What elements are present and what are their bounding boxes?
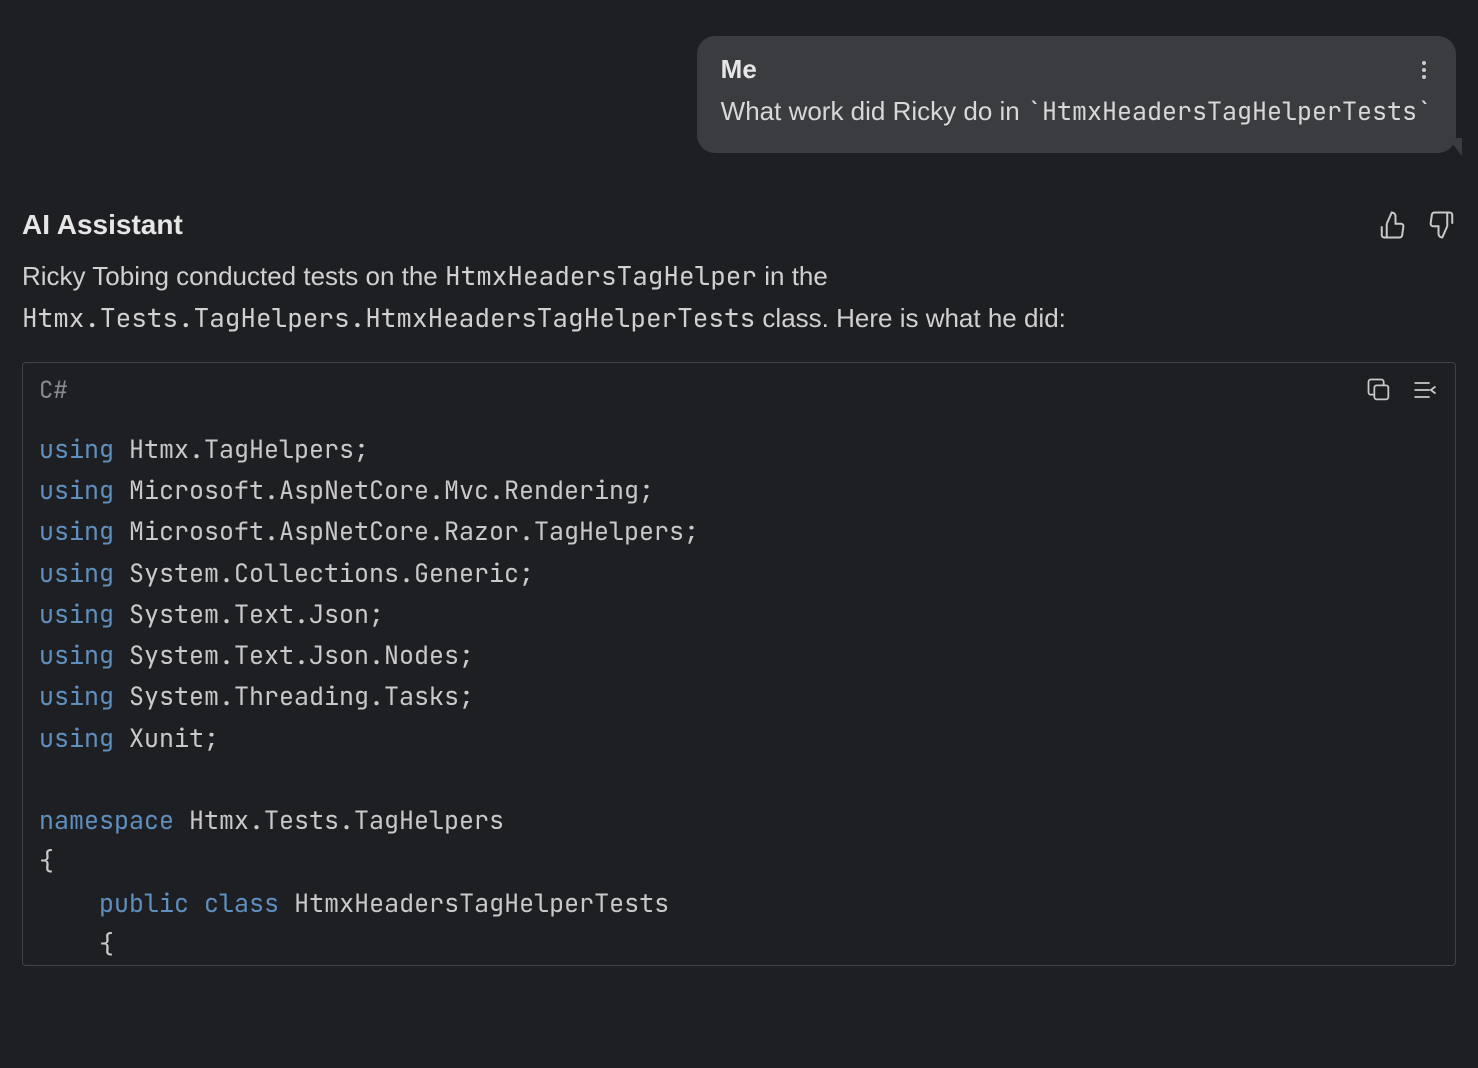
resp-code1: HtmxHeadersTagHelper — [445, 258, 757, 293]
resp-part3: class. Here is what he did: — [755, 303, 1066, 333]
resp-part2: in the — [757, 261, 828, 291]
code-token: Microsoft.AspNetCore.Mvc.Rendering; — [114, 473, 654, 507]
code-token: public — [99, 886, 189, 920]
code-token: using — [39, 597, 114, 631]
code-language-label: C# — [39, 375, 68, 406]
thumbs-down-icon[interactable] — [1426, 210, 1456, 240]
code-token: { — [39, 844, 54, 878]
thumbs-up-icon[interactable] — [1378, 210, 1408, 240]
user-text-prefix: What work did Ricky do in — [721, 96, 1027, 126]
code-token: System.Collections.Generic; — [114, 556, 534, 590]
code-block-actions — [1365, 376, 1439, 404]
resp-part1: Ricky Tobing conducted tests on the — [22, 261, 445, 291]
code-content[interactable]: using Htmx.TagHelpers; using Microsoft.A… — [23, 419, 1455, 965]
assistant-header: AI Assistant — [22, 209, 1456, 241]
code-token: namespace — [39, 803, 174, 837]
code-token: using — [39, 556, 114, 590]
user-message-row: Me What work did Ricky do in `HtmxHeader… — [22, 36, 1456, 153]
code-token: System.Text.Json.Nodes; — [114, 638, 474, 672]
code-token: class — [204, 886, 279, 920]
user-message-bubble: Me What work did Ricky do in `HtmxHeader… — [697, 36, 1456, 153]
code-token: { — [39, 927, 114, 961]
user-text-code: `HtmxHeadersTagHelperTests` — [1027, 94, 1432, 128]
code-token: using — [39, 432, 114, 466]
assistant-response-text: Ricky Tobing conducted tests on the Htmx… — [22, 255, 1456, 340]
code-token: Htmx.TagHelpers; — [114, 432, 369, 466]
code-token: using — [39, 638, 114, 672]
code-token: System.Text.Json; — [114, 597, 384, 631]
user-message-text: What work did Ricky do in `HtmxHeadersTa… — [721, 93, 1432, 131]
chat-container: Me What work did Ricky do in `HtmxHeader… — [0, 0, 1478, 966]
more-options-icon[interactable] — [1416, 55, 1432, 85]
code-block: C# using Htmx.TagHelpers; using Microsof… — [22, 362, 1456, 966]
code-token: HtmxHeadersTagHelperTests — [279, 886, 669, 920]
code-token: Xunit; — [114, 721, 219, 755]
code-token: Microsoft.AspNetCore.Razor.TagHelpers; — [114, 514, 699, 548]
code-token — [39, 886, 99, 920]
user-message-header: Me — [721, 54, 1432, 85]
code-block-header: C# — [23, 363, 1455, 419]
code-token: Htmx.Tests.TagHelpers — [174, 803, 504, 837]
copy-icon[interactable] — [1365, 376, 1393, 404]
code-token: using — [39, 514, 114, 548]
assistant-name-label: AI Assistant — [22, 209, 183, 241]
resp-code2: Htmx.Tests.TagHelpers.HtmxHeadersTagHelp… — [22, 300, 755, 335]
code-token: using — [39, 473, 114, 507]
feedback-buttons — [1378, 210, 1456, 240]
code-token: using — [39, 679, 114, 713]
code-token: System.Threading.Tasks; — [114, 679, 474, 713]
code-token — [189, 886, 204, 920]
insert-code-icon[interactable] — [1411, 376, 1439, 404]
code-token: using — [39, 721, 114, 755]
user-name-label: Me — [721, 54, 757, 85]
